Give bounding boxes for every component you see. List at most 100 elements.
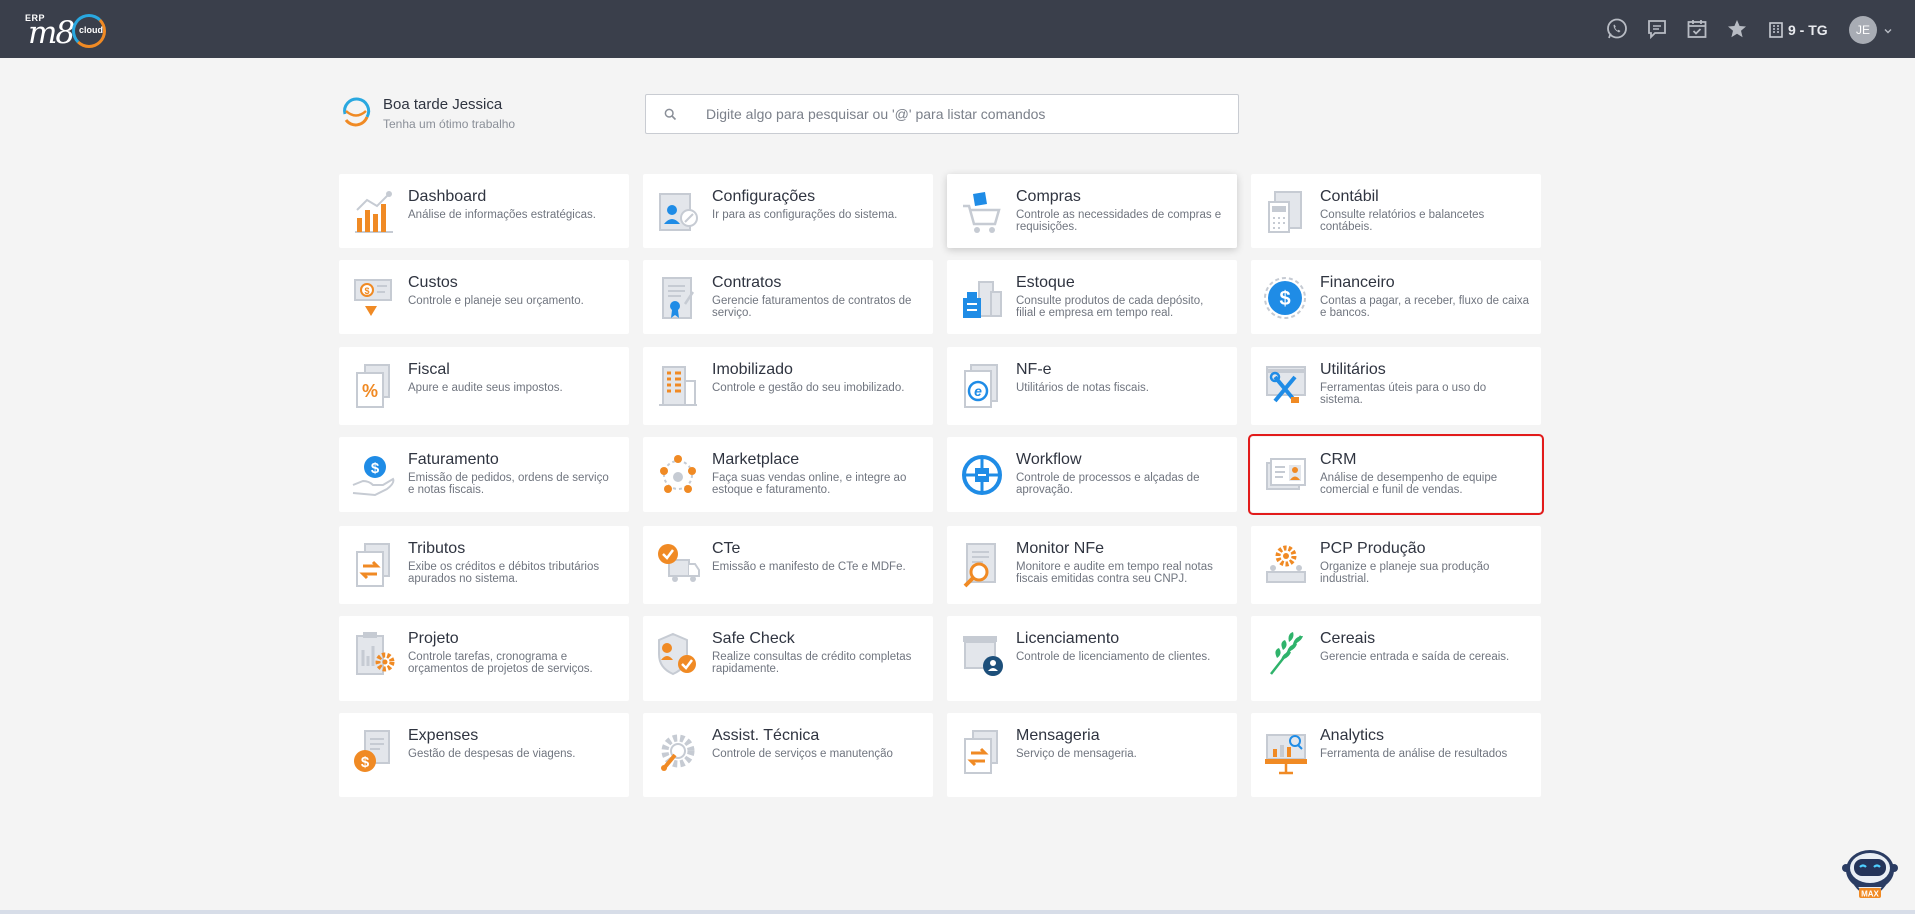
assistant-bot-icon[interactable]: MAX [1842,840,1898,904]
building-asset-icon [655,361,701,409]
module-description: Emissão de pedidos, ordens de serviço e … [408,472,609,496]
nfe-document-icon: e [959,361,1005,409]
module-card-assist-tecnica[interactable]: Assist. Técnica Controle de serviços e ma… [643,713,933,797]
greeting-title: Boa tarde Jessica [383,96,503,113]
module-card-licenciamento[interactable]: Licenciamento Controle de licenciamento d… [947,616,1237,701]
module-title: Configurações [712,188,816,205]
module-title: Mensageria [1016,727,1100,744]
module-card-mensageria[interactable]: Mensageria Serviço de mensageria. [947,713,1237,797]
svg-text:%: % [362,381,378,401]
module-title: CTe [712,540,741,557]
module-title: Projeto [408,630,459,647]
module-card-utilitarios[interactable]: Utilitários Ferramentas úteis para o uso … [1251,347,1541,425]
chat-icon[interactable] [1645,17,1669,41]
contract-icon [655,274,701,322]
service-gear-icon [655,727,701,775]
module-description: Emissão e manifesto de CTe e MDFe. [712,561,906,573]
module-card-nf-e[interactable]: e NF-e Utilitários de notas fiscais. [947,347,1237,425]
module-title: Utilitários [1320,361,1386,378]
crm-card-icon [1263,451,1309,499]
module-card-contabil[interactable]: Contábil Consulte relatórios e balancetes… [1251,174,1541,248]
star-icon[interactable] [1725,17,1749,41]
module-title: Contratos [712,274,782,291]
module-description: Ir para as configurações do sistema. [712,209,898,221]
module-title: Faturamento [408,451,499,468]
module-card-contratos[interactable]: Contratos Gerencie faturamentos de contra… [643,260,933,334]
module-description: Análise de informações estratégicas. [408,209,596,221]
org-selector[interactable]: 9 - TG [1769,20,1828,40]
module-description: Ferramentas úteis para o uso do sistema. [1320,382,1487,406]
expense-coin-icon: $ [351,727,397,775]
message-transfer-icon [959,727,1005,775]
module-title: Workflow [1016,451,1082,468]
module-card-compras[interactable]: Compras Controle as necessidades de compr… [947,174,1237,248]
module-description: Gestão de despesas de viagens. [408,748,576,760]
bottom-border [0,910,1915,914]
module-title: Estoque [1016,274,1075,291]
transfer-document-icon [351,540,397,588]
module-card-safe-check[interactable]: Safe Check Realize consultas de crédito c… [643,616,933,701]
module-title: Assist. Técnica [712,727,820,744]
module-card-analytics[interactable]: Analytics Ferramenta de análise de result… [1251,713,1541,797]
module-card-faturamento[interactable]: $ Faturamento Emissão de pedidos, ordens d… [339,437,629,512]
module-title: Custos [408,274,458,291]
module-card-tributos[interactable]: Tributos Exibe os créditos e débitos trib… [339,526,629,604]
module-title: Financeiro [1320,274,1395,291]
command-search[interactable] [645,94,1239,134]
percent-document-icon: % [351,361,397,409]
module-description: Análise de desempenho de equipe comercia… [1320,472,1498,496]
module-card-fiscal[interactable]: % Fiscal Apure e audite seus impostos. [339,347,629,425]
module-description: Controle tarefas, cronograma e orçamento… [408,651,593,675]
chevron-down-icon[interactable] [1884,27,1892,35]
svg-text:$: $ [361,754,370,771]
module-description: Controle de processos e alçadas de aprov… [1016,472,1200,496]
app-logo[interactable]: ERP m8 cloud [20,8,116,52]
warehouse-icon [959,274,1005,322]
module-description: Controle e gestão do seu imobilizado. [712,382,905,394]
hand-dollar-icon: $ [351,451,397,499]
module-card-financeiro[interactable]: $ Financeiro Contas a pagar, a receber, fl… [1251,260,1541,334]
module-description: Gerencie entrada e saída de cereais. [1320,651,1510,663]
search-input[interactable] [706,103,1226,125]
calendar-icon[interactable] [1685,17,1709,41]
tools-icon [1263,361,1309,409]
module-card-expenses[interactable]: $ Expenses Gestão de despesas de viagens. [339,713,629,797]
money-down-icon: $ [351,274,397,322]
whatsapp-icon[interactable] [1605,17,1629,41]
module-description: Apure e audite seus impostos. [408,382,563,394]
module-title: Licenciamento [1016,630,1120,647]
module-description: Controle as necessidades de compras e re… [1016,209,1222,233]
module-description: Gerencie faturamentos de contratos de se… [712,295,912,319]
module-title: Analytics [1320,727,1385,744]
svg-text:$: $ [371,460,380,477]
module-card-estoque[interactable]: Estoque Consulte produtos de cada depósit… [947,260,1237,334]
module-title: Compras [1016,188,1081,205]
module-description: Contas a pagar, a receber, fluxo de caix… [1320,295,1530,319]
module-card-monitor-nfe[interactable]: Monitor NFe Monitore e audite em tempo re… [947,526,1237,604]
module-title: Safe Check [712,630,795,647]
logo-m8-text: m8 [28,15,75,51]
settings-profile-icon [655,188,701,236]
module-card-configuracoes[interactable]: Configurações Ir para as configurações do… [643,174,933,248]
truck-check-icon [655,540,701,588]
module-card-pcp-producao[interactable]: PCP Produção Organize e planeje sua produ… [1251,526,1541,604]
dollar-coin-icon: $ [1263,274,1309,322]
module-title: CRM [1320,451,1357,468]
module-card-dashboard[interactable]: Dashboard Análise de informações estratég… [339,174,629,248]
module-card-projeto[interactable]: Projeto Controle tarefas, cronograma e or… [339,616,629,701]
module-card-marketplace[interactable]: Marketplace Faça suas vendas online, e in… [643,437,933,512]
shopping-cart-icon [959,188,1005,236]
user-avatar[interactable]: JE [1849,16,1877,44]
module-card-cereais[interactable]: Cereais Gerencie entrada e saída de cerea… [1251,616,1541,701]
module-description: Faça suas vendas online, e integre ao es… [712,472,907,496]
license-user-icon [959,630,1005,678]
greeting-subtitle: Tenha um ótimo trabalho [383,117,516,131]
module-card-custos[interactable]: $ Custos Controle e planeje seu orçamento. [339,260,629,334]
module-description: Monitore e audite em tempo real notas fi… [1016,561,1213,585]
module-card-crm[interactable]: CRM Análise de desempenho de equipe comer… [1248,434,1544,515]
module-description: Serviço de mensageria. [1016,748,1137,760]
building-icon [1769,22,1783,38]
module-card-imobilizado[interactable]: Imobilizado Controle e gestão do seu imob… [643,347,933,425]
module-card-workflow[interactable]: Workflow Controle de processos e alçadas … [947,437,1237,512]
module-card-cte[interactable]: CTe Emissão e manifesto de CTe e MDFe. [643,526,933,604]
